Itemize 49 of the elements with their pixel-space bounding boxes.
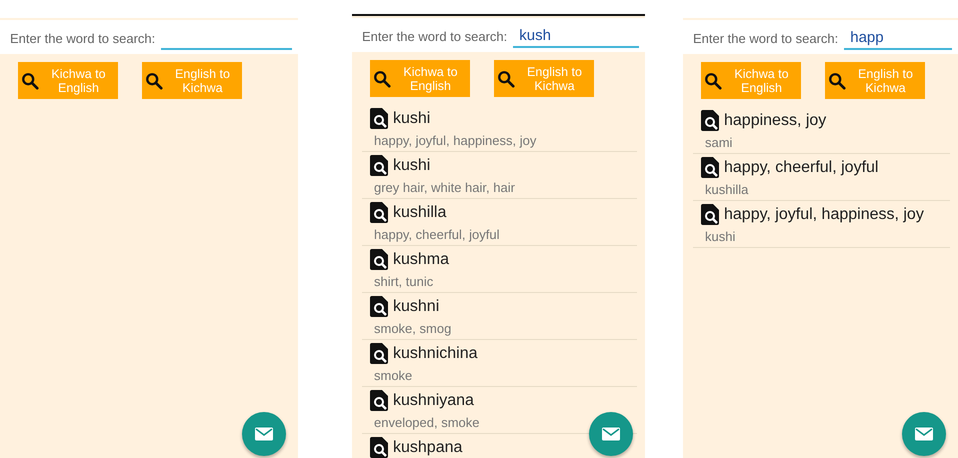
result-word[interactable]: kushi [393, 110, 430, 128]
search-bar[interactable]: Enter the word to search: happ [683, 20, 958, 54]
result-meaning: kushilla [704, 181, 750, 198]
result-meaning: happy, joyful, happiness, joy [373, 132, 538, 149]
result-word[interactable]: happy, joyful, happiness, joy [724, 206, 924, 224]
document-search-icon [370, 296, 389, 317]
envelope-icon [255, 425, 273, 443]
result-word[interactable]: happiness, joy [724, 112, 826, 130]
result-meaning: shirt, tunic [373, 273, 434, 290]
result-meaning: smoke, smog [373, 320, 452, 337]
result-word[interactable]: kushilla [393, 204, 446, 222]
document-search-icon [701, 157, 720, 178]
document-search-icon [370, 155, 389, 176]
result-word[interactable]: kushpana [393, 438, 462, 456]
search-icon [21, 72, 39, 90]
result-word[interactable]: kushniyana [393, 392, 474, 410]
search-icon [373, 70, 391, 88]
search-label: Enter the word to search: [10, 30, 156, 46]
search-bar[interactable]: Enter the word to search: [0, 20, 298, 54]
mail-button[interactable] [902, 412, 946, 456]
envelope-icon [915, 425, 933, 443]
document-search-icon [370, 249, 389, 270]
result-word[interactable]: kushnichina [393, 344, 478, 362]
search-bar[interactable]: Enter the word to search: kush [352, 18, 645, 52]
document-search-icon [370, 390, 389, 411]
result-meaning: happy, cheerful, joyful [373, 226, 500, 243]
search-icon [145, 72, 163, 90]
result-word[interactable]: kushni [393, 298, 440, 316]
search-label: Enter the word to search: [693, 30, 838, 46]
document-search-icon [701, 204, 720, 225]
search-icon [704, 72, 722, 90]
result-meaning: sami [704, 134, 734, 151]
result-meaning: smoke [373, 367, 414, 384]
result-meaning: kushi [704, 228, 736, 245]
mail-button[interactable] [242, 412, 286, 456]
envelope-icon [602, 425, 620, 443]
result-meaning: grey hair, white hair, hair [373, 179, 516, 196]
result-word[interactable]: kushi [393, 156, 430, 174]
result-word[interactable]: kushma [393, 250, 450, 268]
document-search-icon [370, 343, 389, 364]
result-word[interactable]: happy, cheerful, joyful [724, 158, 878, 176]
search-icon [497, 70, 515, 88]
mail-button[interactable] [589, 412, 633, 456]
document-search-icon [370, 108, 389, 129]
search-label: Enter the word to search: [362, 28, 508, 44]
search-icon [828, 72, 846, 90]
result-meaning: enveloped, smoke [373, 414, 481, 431]
document-search-icon [701, 110, 720, 131]
document-search-icon [370, 202, 389, 223]
